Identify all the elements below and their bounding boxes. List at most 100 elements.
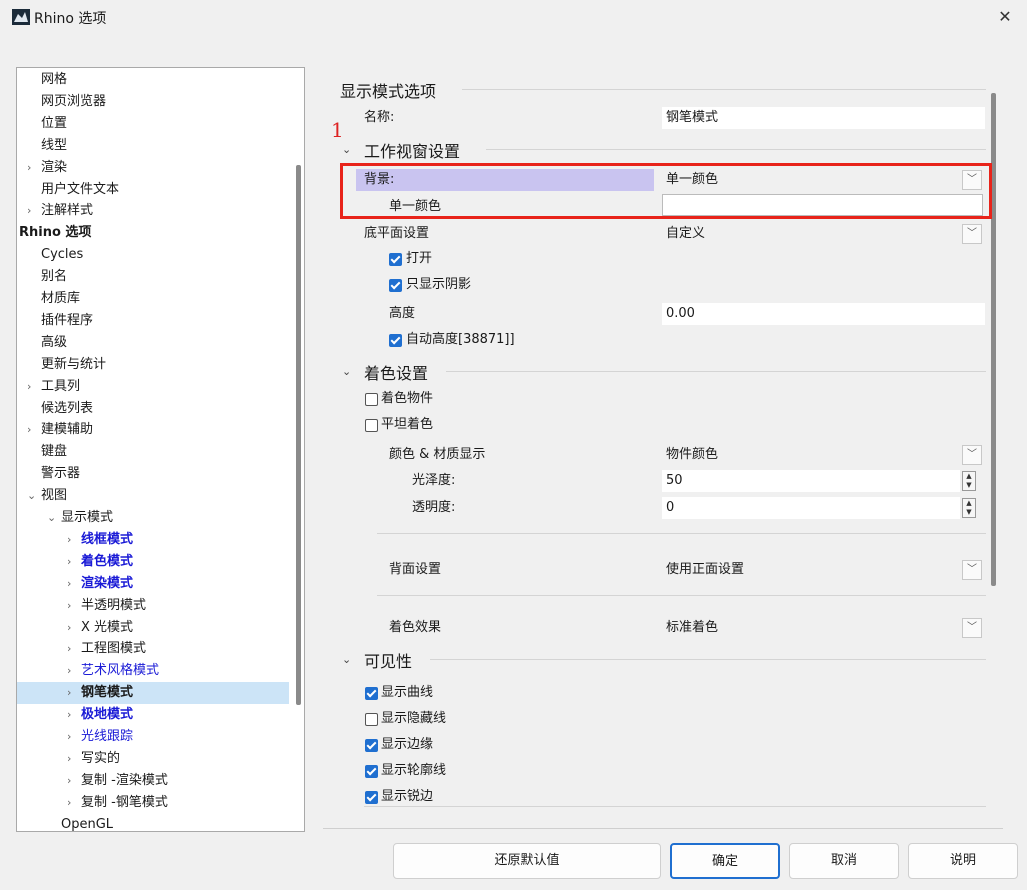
chevron-right-icon[interactable]: › xyxy=(67,726,81,748)
tree-item[interactable]: 高级 xyxy=(17,332,289,354)
tree-item[interactable]: 网格 xyxy=(17,69,289,91)
chevron-down-icon[interactable]: ⌄ xyxy=(342,361,351,383)
tree-item[interactable]: › 复制 -钢笔模式 xyxy=(17,792,289,814)
chevron-right-icon[interactable]: › xyxy=(27,376,41,398)
chevron-down-icon[interactable]: ⌄ xyxy=(342,139,351,161)
chevron-right-icon[interactable]: › xyxy=(67,748,81,770)
chevron-right-icon[interactable]: › xyxy=(67,617,81,639)
tree-item[interactable]: 候选列表 xyxy=(17,398,289,420)
ground-on-checkbox[interactable] xyxy=(389,253,402,266)
name-input[interactable]: 钢笔模式 xyxy=(662,107,985,129)
visibility-checkbox[interactable] xyxy=(365,739,378,752)
tree-item[interactable]: › 工程图模式 xyxy=(17,638,289,660)
tree-item[interactable]: › 渲染模式 xyxy=(17,573,289,595)
tree-item[interactable]: › 艺术风格模式 xyxy=(17,660,289,682)
chevron-right-icon[interactable]: › xyxy=(67,529,81,551)
flat-shading-checkbox[interactable] xyxy=(365,419,378,432)
shading-effect-dropdown[interactable]: 标准着色 xyxy=(662,617,962,639)
shade-objects-checkbox[interactable] xyxy=(365,393,378,406)
chevron-right-icon[interactable]: › xyxy=(67,595,81,617)
tree-item[interactable]: 键盘 xyxy=(17,441,289,463)
tree-item-label: 钢笔模式 xyxy=(81,685,134,701)
visibility-checkbox[interactable] xyxy=(365,791,378,804)
tree-item[interactable]: › 复制 -渲染模式 xyxy=(17,770,289,792)
tree-item[interactable]: OpenGL xyxy=(17,814,289,831)
chevron-down-icon[interactable]: ﹀ xyxy=(962,560,982,580)
tree-item[interactable]: › X 光模式 xyxy=(17,617,289,639)
tree-item[interactable]: 别名 xyxy=(17,266,289,288)
tree-item[interactable]: › 光线跟踪 xyxy=(17,726,289,748)
tree-item[interactable]: 更新与统计 xyxy=(17,354,289,376)
tree-item-label: 警示器 xyxy=(41,466,81,482)
cancel-button[interactable]: 取消 xyxy=(789,843,899,879)
chevron-right-icon[interactable]: › xyxy=(67,770,81,792)
backface-dropdown[interactable]: 使用正面设置 xyxy=(662,559,962,581)
visibility-checkbox[interactable] xyxy=(365,687,378,700)
ground-plane-dropdown[interactable]: 自定义 xyxy=(662,223,962,245)
height-input[interactable]: 0.00 xyxy=(662,303,985,325)
chevron-down-icon[interactable]: ﹀ xyxy=(962,618,982,638)
chevron-right-icon[interactable]: › xyxy=(27,419,41,441)
help-button[interactable]: 说明 xyxy=(908,843,1018,879)
transparency-stepper[interactable]: ▲ ▼ xyxy=(962,498,976,518)
tree-item[interactable]: 材质库 xyxy=(17,288,289,310)
tree-item[interactable]: › 极地模式 xyxy=(17,704,289,726)
tree-item[interactable]: › 半透明模式 xyxy=(17,595,289,617)
tree-item[interactable]: 插件程序 xyxy=(17,310,289,332)
rhino-app-icon xyxy=(12,9,30,25)
tree-item-label: 建模辅助 xyxy=(41,422,94,438)
options-tree[interactable]: 网格 网页浏览器 位置 线型 › 渲染 用户文件文本 › 注解样式 Rhino 选项 Cycles 别… xyxy=(16,67,305,832)
shadow-only-checkbox[interactable] xyxy=(389,279,402,292)
tree-item[interactable]: ⌄ 视图 xyxy=(17,485,289,507)
tree-item[interactable]: Rhino 选项 xyxy=(17,222,289,244)
chevron-right-icon[interactable]: › xyxy=(27,157,41,179)
auto-height-checkbox[interactable] xyxy=(389,334,402,347)
tree-item[interactable]: › 着色模式 xyxy=(17,551,289,573)
tree-item[interactable]: 用户文件文本 xyxy=(17,179,289,201)
tree-item[interactable]: 线型 xyxy=(17,135,289,157)
shade-objects-label: 着色物件 xyxy=(381,391,434,406)
tree-scrollbar[interactable] xyxy=(296,165,301,705)
chevron-down-icon[interactable]: ﹀ xyxy=(962,445,982,465)
tree-item[interactable]: 网页浏览器 xyxy=(17,91,289,113)
tree-item[interactable]: › 建模辅助 xyxy=(17,419,289,441)
tree-item-label: 线型 xyxy=(41,137,68,153)
tree-item[interactable]: › 工具列 xyxy=(17,376,289,398)
close-button[interactable]: ✕ xyxy=(983,0,1027,34)
ok-button[interactable]: 确定 xyxy=(670,843,780,879)
tree-item[interactable]: › 渲染 xyxy=(17,157,289,179)
chevron-right-icon[interactable]: › xyxy=(67,660,81,682)
tree-item[interactable]: › 写实的 xyxy=(17,748,289,770)
visibility-checkbox[interactable] xyxy=(365,713,378,726)
restore-defaults-button[interactable]: 还原默认值 xyxy=(393,843,661,879)
chevron-down-icon[interactable]: ⌄ xyxy=(342,649,351,671)
chevron-down-icon[interactable]: ⌄ xyxy=(27,485,41,507)
chevron-down-icon[interactable]: ﹀ xyxy=(962,224,982,244)
tree-item-label: 渲染 xyxy=(41,159,68,175)
visibility-checkbox[interactable] xyxy=(365,765,378,778)
chevron-right-icon[interactable]: › xyxy=(67,704,81,726)
transparency-input[interactable]: 0 xyxy=(662,497,960,519)
chevron-right-icon[interactable]: › xyxy=(27,200,41,222)
tree-item[interactable]: Cycles xyxy=(17,244,289,266)
chevron-down-icon[interactable]: ⌄ xyxy=(47,507,61,529)
chevron-right-icon[interactable]: › xyxy=(67,573,81,595)
tree-item-label: 工程图模式 xyxy=(81,641,147,657)
tree-item[interactable]: 位置 xyxy=(17,113,289,135)
height-label: 高度 xyxy=(389,306,416,321)
shadow-only-label: 只显示阴影 xyxy=(406,277,472,292)
chevron-right-icon[interactable]: › xyxy=(67,792,81,814)
visibility-label: 显示锐边 xyxy=(381,789,434,804)
tree-item[interactable]: 警示器 xyxy=(17,463,289,485)
tree-item[interactable]: › 钢笔模式 xyxy=(17,682,289,705)
tree-item[interactable]: › 注解样式 xyxy=(17,200,289,222)
chevron-right-icon[interactable]: › xyxy=(67,682,81,704)
tree-item-label: 工具列 xyxy=(41,378,81,394)
gloss-stepper[interactable]: ▲ ▼ xyxy=(962,471,976,491)
tree-item[interactable]: › 线框模式 xyxy=(17,529,289,551)
chevron-right-icon[interactable]: › xyxy=(67,638,81,660)
chevron-right-icon[interactable]: › xyxy=(67,551,81,573)
gloss-input[interactable]: 50 xyxy=(662,470,960,492)
tree-item[interactable]: ⌄ 显示模式 xyxy=(17,507,289,529)
color-material-dropdown[interactable]: 物件颜色 xyxy=(662,444,962,466)
